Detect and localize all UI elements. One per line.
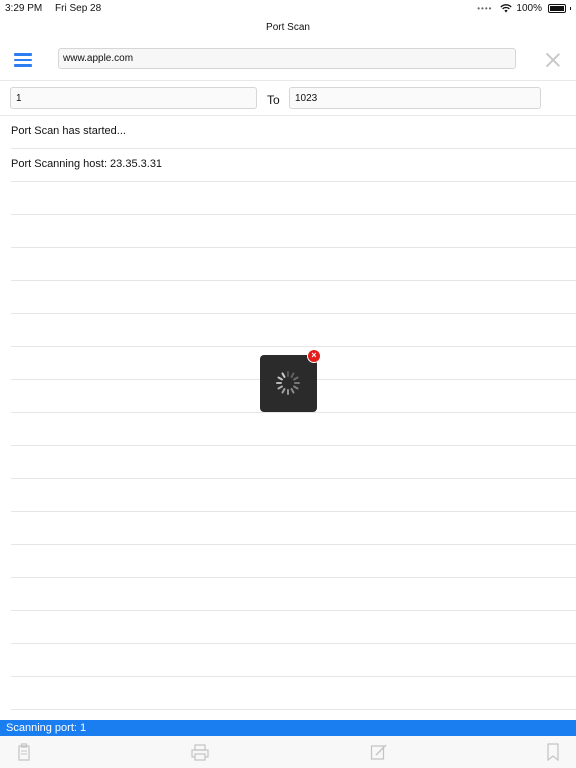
log-row	[11, 281, 576, 314]
start-port-input[interactable]	[10, 87, 257, 109]
log-row	[11, 677, 576, 710]
progress-bar: Scanning port: 1	[0, 720, 576, 736]
battery-percent: 100%	[516, 3, 542, 14]
log-row	[11, 644, 576, 677]
battery-tip	[570, 7, 571, 10]
menu-icon-bar	[14, 58, 32, 61]
wifi-icon	[500, 4, 513, 13]
status-left: 3:29 PM Fri Sep 28	[5, 3, 101, 14]
log-row	[11, 314, 576, 347]
bookmark-icon[interactable]	[544, 742, 562, 762]
close-icon[interactable]	[544, 51, 562, 69]
spinner-spoke	[292, 385, 299, 390]
battery-icon	[548, 4, 566, 13]
spinner-spoke	[294, 382, 300, 384]
scan-log[interactable]: Port Scan has started... Port Scanning ho…	[0, 116, 576, 743]
log-row	[11, 446, 576, 479]
status-time: 3:29 PM	[5, 3, 43, 14]
status-date: Fri Sep 28	[55, 3, 102, 14]
log-row	[11, 413, 576, 446]
signal-icon: ••••	[477, 4, 493, 13]
log-row	[11, 545, 576, 578]
to-label: To	[267, 93, 280, 107]
print-icon[interactable]	[191, 742, 209, 762]
spinner-spoke	[290, 387, 295, 394]
bottom-toolbar	[0, 736, 576, 768]
progress-text: Scanning port: 1	[6, 722, 87, 734]
status-bar: 3:29 PM Fri Sep 28 •••• 100%	[0, 0, 576, 16]
log-row	[11, 248, 576, 281]
clipboard-icon[interactable]	[15, 742, 33, 762]
edit-icon[interactable]	[370, 742, 388, 762]
log-row: Port Scanning host: 23.35.3.31	[11, 149, 576, 182]
end-port-input[interactable]	[289, 87, 541, 109]
cancel-scan-icon[interactable]: ×	[307, 349, 321, 363]
spinner-spoke	[281, 387, 286, 394]
log-row	[11, 611, 576, 644]
log-row	[11, 215, 576, 248]
log-row	[11, 182, 576, 215]
menu-icon-bar	[14, 53, 32, 56]
page-title: Port Scan	[266, 22, 310, 33]
spinner-spoke	[287, 371, 289, 377]
log-row	[11, 479, 576, 512]
spinner-spoke	[276, 382, 282, 384]
spinner-spoke	[292, 376, 299, 381]
log-row	[11, 578, 576, 611]
menu-button[interactable]	[14, 53, 32, 67]
host-input[interactable]	[58, 48, 516, 69]
log-row	[11, 512, 576, 545]
spinner-spoke	[287, 389, 289, 395]
menu-icon-bar	[14, 64, 32, 67]
status-right: •••• 100%	[477, 3, 571, 14]
port-range-row: To	[0, 80, 576, 116]
loading-overlay	[260, 355, 317, 412]
log-row: Port Scan has started...	[11, 116, 576, 149]
